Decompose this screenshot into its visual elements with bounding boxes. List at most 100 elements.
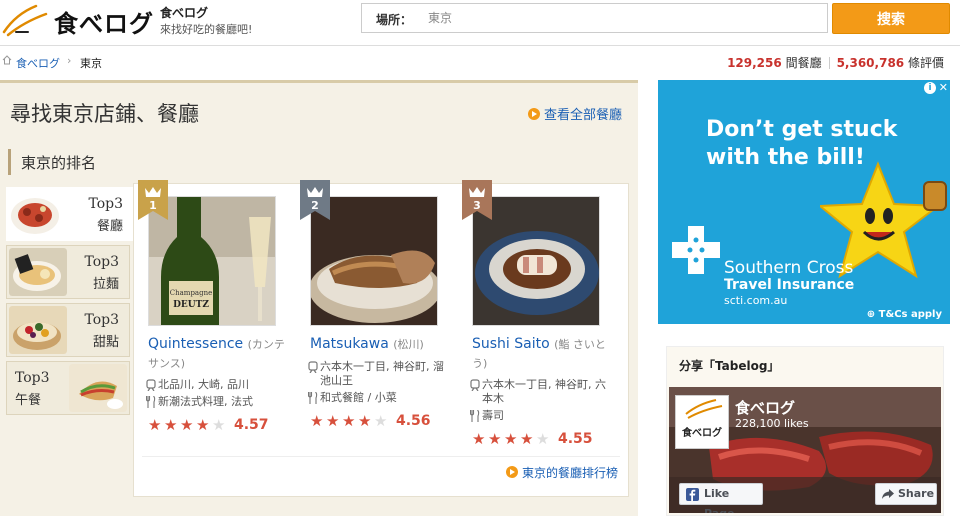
facebook-page-widget[interactable]: 食べログ 食べログ 228,100 likes Like Page Share — [669, 387, 941, 513]
restaurant-rating: ★ ★ ★ ★ ★ 4.57 — [148, 417, 269, 433]
star-full-icon: ★ — [196, 416, 210, 434]
ranking-section-title: 東京的排名 — [21, 154, 97, 172]
search-location-input[interactable] — [428, 8, 818, 28]
arrow-circle-icon — [505, 466, 518, 478]
facebook-like-page-button[interactable]: Like Page — [679, 483, 763, 513]
tab-label-top3: Top3 — [84, 254, 119, 270]
like-page-label: Like Page — [704, 487, 735, 513]
star-half-icon: ★ — [374, 412, 388, 430]
star-half-icon: ★ — [212, 416, 226, 434]
logo-text[interactable]: 食べログ — [54, 4, 154, 39]
restaurant-name-link[interactable]: Matsukawa (松川) — [310, 335, 450, 354]
page-title: 尋找東京店鋪、餐廳 — [10, 102, 199, 126]
restaurant-name-link[interactable]: Quintessence (カンテサンス) — [148, 335, 288, 373]
tab-top3-sweets[interactable]: Top3 甜點 — [6, 303, 130, 357]
view-all-restaurants-link[interactable]: 查看全部餐廳 — [528, 104, 622, 123]
tab-label-top3: Top3 — [84, 312, 119, 328]
share-box: 分享「Tabelog」 食べログ 食べログ 228,100 likes Like… — [666, 346, 944, 516]
restaurant-category-text: 和式餐館 / 小菜 — [320, 391, 397, 404]
tab-top3-ramen[interactable]: Top3 拉麵 — [6, 245, 130, 299]
restaurant-location-text: 北品川, 大崎, 品川 — [158, 378, 249, 391]
restaurant-category: 和式餐館 / 小菜 — [308, 391, 448, 405]
star-full-icon: ★ — [504, 430, 518, 448]
facebook-share-button[interactable]: Share — [875, 483, 937, 505]
facebook-page-logo[interactable]: 食べログ — [675, 395, 729, 449]
train-icon — [146, 379, 156, 391]
star-full-icon: ★ — [472, 430, 486, 448]
star-full-icon: ★ — [488, 430, 502, 448]
view-all-label: 查看全部餐廳 — [544, 108, 623, 123]
travel-insurance-ad[interactable]: i ✕ Don’t get stuck with the bill! South… — [658, 80, 950, 324]
search-button[interactable]: 搜索 — [832, 3, 950, 34]
train-icon — [308, 361, 318, 373]
star-full-icon: ★ — [342, 412, 356, 430]
reviews-count: 5,360,786 — [836, 56, 905, 70]
star-full-icon: ★ — [310, 412, 324, 430]
star-full-icon: ★ — [520, 430, 534, 448]
tab-label-top3: Top3 — [15, 370, 50, 386]
star-full-icon: ★ — [326, 412, 340, 430]
ad-terms-label: T&Cs apply — [878, 309, 942, 320]
ad-terms[interactable]: ⊕ T&Cs apply — [867, 309, 942, 320]
fruit-tart-icon — [9, 306, 67, 354]
restaurant-name: Quintessence — [148, 336, 244, 352]
rank-2-badge-icon: 2 — [300, 180, 330, 220]
restaurant-category-text: 新潮法式料理, 法式 — [158, 395, 253, 408]
facebook-logo-text: 食べログ — [681, 426, 722, 439]
train-icon — [470, 379, 480, 391]
restaurant-category: 壽司 — [470, 409, 610, 423]
restaurant-score: 4.55 — [558, 431, 593, 447]
tab-label-lunch: 午餐 — [15, 393, 42, 408]
sushi-dish-icon — [473, 197, 599, 325]
star-full-icon: ★ — [180, 416, 194, 434]
restaurant-location: 北品川, 大崎, 品川 — [146, 378, 286, 392]
tokyo-ranking-link[interactable]: 東京的餐廳排行榜 — [505, 464, 618, 481]
star-full-icon: ★ — [358, 412, 372, 430]
fork-knife-icon — [308, 392, 318, 404]
ad-info-icon[interactable]: i — [924, 82, 936, 94]
rank-1-number: 1 — [149, 199, 157, 212]
ad-brand-name: Southern Cross — [724, 258, 854, 278]
facebook-page-name[interactable]: 食べログ — [735, 397, 795, 418]
ad-close-icon[interactable]: ✕ — [939, 81, 948, 94]
tab-top3-lunch[interactable]: Top3 午餐 — [6, 361, 130, 415]
reviews-label: 條評價 — [907, 56, 944, 70]
chopsticks-logo-icon[interactable] — [2, 2, 48, 38]
facebook-likes-count: 228,100 likes — [735, 417, 809, 430]
southern-cross-logo-icon — [672, 226, 720, 274]
search-location-label: 場所： — [376, 13, 413, 27]
plus-circle-icon: ⊕ — [866, 309, 879, 320]
restaurant-name: Sushi Saito — [472, 336, 550, 352]
rank-3-number: 3 — [473, 199, 481, 212]
stats-divider — [828, 57, 830, 69]
site-stats: 129,256 間餐廳 5,360,786 條評價 — [727, 54, 944, 71]
share-title: 分享「Tabelog」 — [679, 359, 780, 373]
share-label: Share — [898, 487, 935, 500]
site-header: 食べログ 食べログ 來找好吃的餐廳吧! 場所： 搜索 — [0, 0, 960, 46]
tab-label-sweets: 甜點 — [92, 335, 119, 350]
ad-headline-line-1: Don’t get stuck — [706, 117, 898, 142]
tab-top3-restaurants[interactable]: Top3 餐廳 — [6, 187, 134, 241]
restaurants-count: 129,256 — [727, 56, 782, 70]
rank-1-badge-icon: 1 — [138, 180, 168, 220]
site-tagline: 來找好吃的餐廳吧! — [160, 23, 253, 36]
restaurant-category-text: 壽司 — [482, 409, 504, 422]
breadcrumb-current: 東京 — [80, 57, 102, 70]
restaurant-rating: ★ ★ ★ ★ ★ 4.56 — [310, 413, 431, 429]
tab-label-restaurants: 餐廳 — [96, 219, 123, 234]
breadcrumb-link-tabelog[interactable]: 食べログ — [16, 55, 60, 71]
search-box: 場所： — [361, 3, 828, 33]
restaurant-name-link[interactable]: Sushi Saito (鮨 さいとう) — [472, 335, 612, 373]
tab-label-top3: Top3 — [88, 196, 123, 212]
tokyo-ranking-label: 東京的餐廳排行榜 — [521, 466, 618, 480]
fork-knife-icon — [470, 410, 480, 422]
restaurant-location: 六本木一丁目, 神谷町, 六本木 — [470, 378, 610, 406]
home-icon — [2, 55, 12, 65]
star-half-icon: ★ — [536, 430, 550, 448]
rank-3-badge-icon: 3 — [462, 180, 492, 220]
restaurant-kana: (松川) — [393, 338, 424, 351]
ramen-bowl-icon — [9, 248, 67, 296]
site-name: 食べログ — [160, 6, 209, 20]
rank-2-number: 2 — [311, 199, 319, 212]
ranking-section-header: 東京的排名 — [8, 149, 628, 175]
